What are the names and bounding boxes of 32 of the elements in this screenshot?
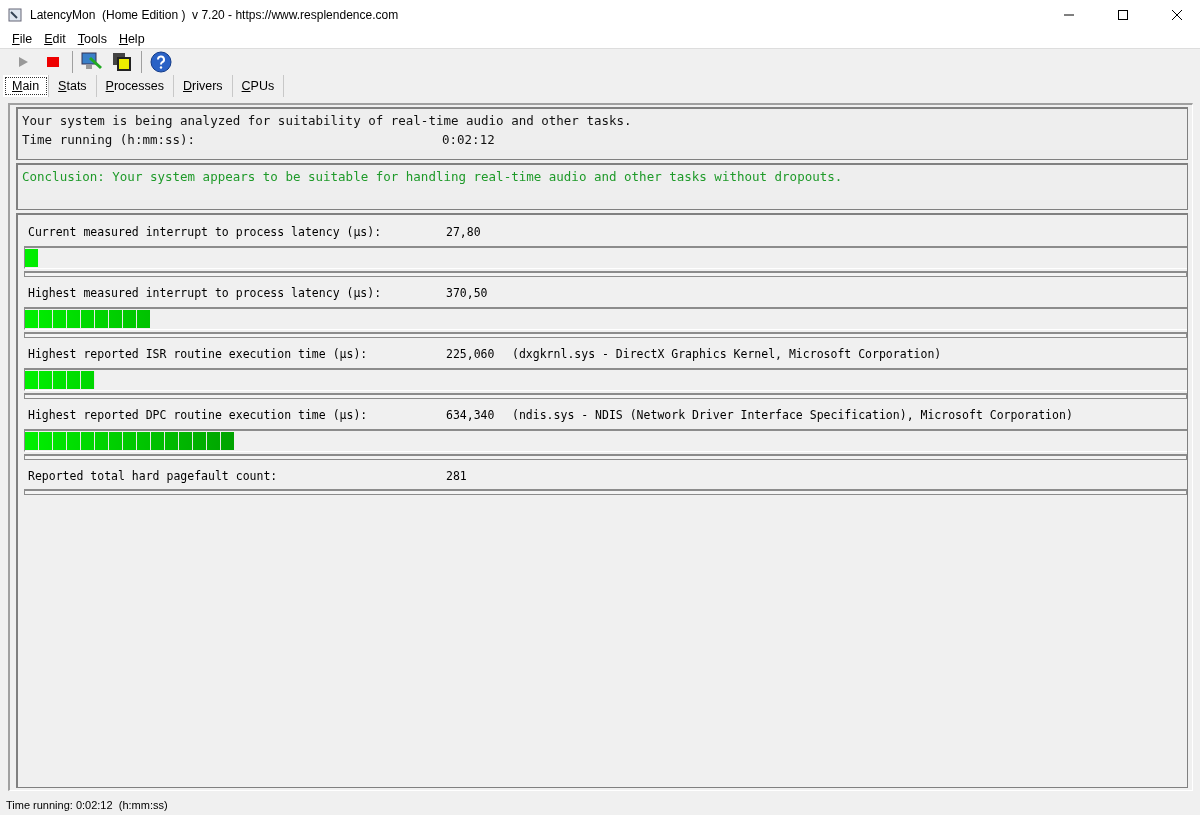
menu-item[interactable]: Tools — [71, 32, 113, 46]
windows-icon — [112, 52, 132, 72]
time-value: 0:02:12 — [442, 132, 495, 147]
metric-label: Reported total hard pagefault count: — [28, 469, 278, 483]
time-label: Time running (h:mm:ss): — [22, 132, 196, 147]
tab[interactable]: Main — [3, 75, 50, 97]
metric-detail: (dxgkrnl.sys - DirectX Graphics Kernel, Microsoft Corporation) — [512, 347, 942, 361]
stop-icon — [47, 57, 59, 67]
metric-label: Highest reported DPC routine execution time (µs): — [28, 408, 368, 422]
metric-value: 281 — [446, 469, 468, 483]
window-title: LatencyMon (Home Edition ) v 7.20 - https://www.resplendence.com — [30, 8, 400, 22]
metric-value: 225,060 — [446, 347, 496, 361]
menu-item[interactable]: File — [6, 32, 39, 46]
monitor-icon — [81, 52, 103, 72]
metric-value: 370,50 — [446, 286, 489, 300]
help-button[interactable] — [148, 50, 174, 74]
app-icon — [8, 8, 22, 22]
menu-item[interactable]: Help — [112, 32, 151, 46]
metric-label: Highest reported ISR routine execution time (µs): — [28, 347, 368, 361]
status-bar-text: Time running: 0:02:12 (h:mm:ss) — [6, 799, 168, 811]
metric-label: Highest measured interrupt to process latency (µs): — [28, 286, 382, 300]
metric-value: 27,80 — [446, 225, 482, 239]
metric-value: 634,340 — [446, 408, 496, 422]
metric-label: Current measured interrupt to process latency (µs): — [28, 225, 382, 239]
conclusion-text: Conclusion: Your system appears to be suitable for handling real-time audio and other tasks without dropouts. — [22, 169, 844, 184]
maximize-icon — [1118, 10, 1128, 20]
menu-item[interactable]: Edit — [38, 32, 72, 46]
metric-detail: (ndis.sys - NDIS (Network Driver Interface Specification), Microsoft Corporation) — [512, 408, 1073, 422]
help-icon — [150, 51, 172, 73]
close-icon — [1172, 10, 1182, 20]
play-icon — [17, 56, 29, 68]
status-message: Your system is being analyzed for suitability of real-time audio and other tasks. — [22, 113, 633, 128]
